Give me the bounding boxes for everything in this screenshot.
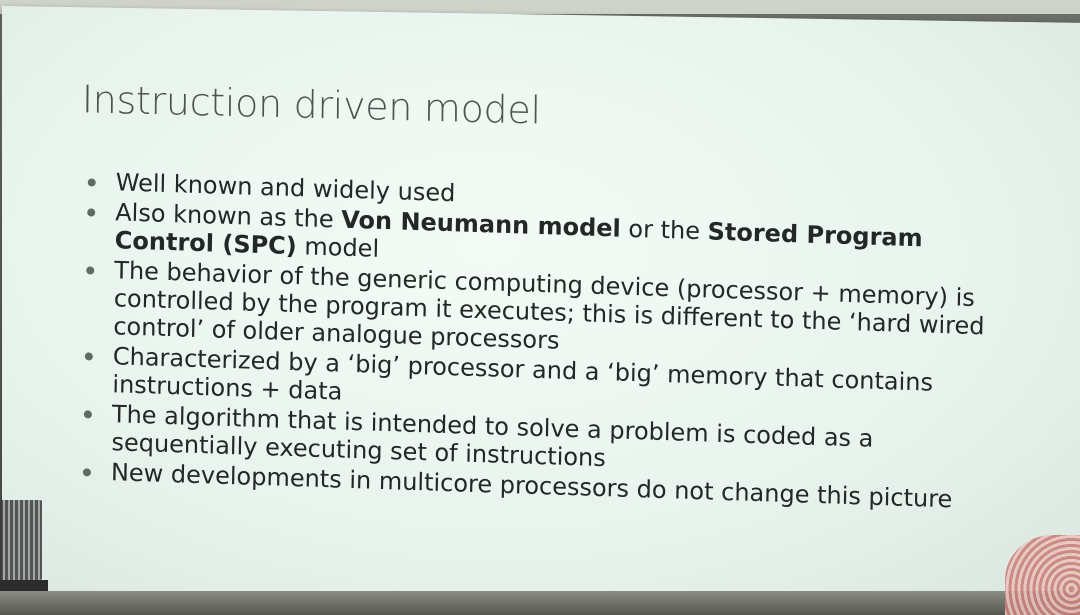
- bullet-dot-icon: [82, 468, 92, 477]
- floor: [0, 591, 1080, 615]
- bullet-dot-icon: [87, 178, 96, 187]
- bullet-dot-icon: [84, 352, 93, 361]
- bullet-text-part: model: [296, 232, 380, 263]
- speaker-device: [0, 500, 42, 580]
- bullet-dot-icon: [86, 266, 95, 275]
- bullet-dot-icon: [83, 410, 92, 419]
- slide-title: Instruction driven model: [81, 77, 541, 133]
- photo-scene: Instruction driven model Well known and …: [0, 0, 1080, 615]
- projected-slide: Instruction driven model Well known and …: [2, 6, 1080, 608]
- bullet-dot-icon: [87, 208, 96, 217]
- bullet-text-part: or the: [620, 214, 708, 246]
- bullet-list: Well known and widely used Also known as…: [81, 167, 991, 516]
